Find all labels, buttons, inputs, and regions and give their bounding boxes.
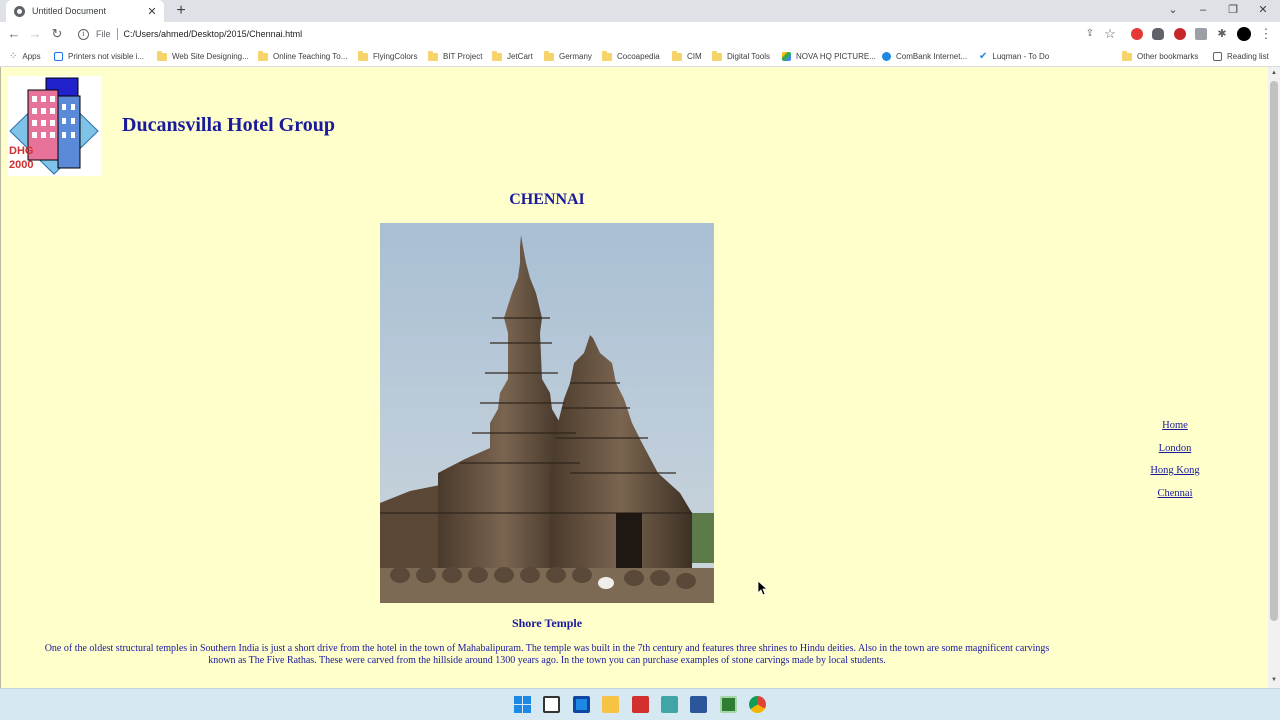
bookmark-germany[interactable]: Germany (544, 50, 592, 63)
menu-kebab-icon[interactable]: ⋮ (1257, 25, 1275, 43)
extensions-puzzle-icon[interactable]: ✱ (1213, 25, 1231, 43)
web-page: DHG 2000 Ducansvilla Hotel Group CHENNAI (0, 67, 1268, 688)
bookmark-digital-tools[interactable]: Digital Tools (712, 50, 770, 63)
browser-tab[interactable]: Untitled Document ✕ (6, 0, 164, 22)
restore-icon[interactable]: ❐ (1218, 0, 1248, 22)
folder-icon (492, 50, 502, 61)
bookmark-apps[interactable]: ⁘ Apps (9, 50, 41, 63)
bookmark-combank[interactable]: ComBank Internet... (882, 50, 967, 63)
nav-link-hong-kong[interactable]: Hong Kong (1125, 464, 1225, 487)
bookmarks-bar: ⁘ Apps Printers not visible i... Web Site… (0, 46, 1280, 67)
tab-title: Untitled Document (32, 6, 107, 16)
nav-link-chennai[interactable]: Chennai (1125, 487, 1225, 510)
bookmark-other[interactable]: Other bookmarks (1122, 50, 1198, 63)
address-bar[interactable]: i File C:/Users/ahmed/Desktop/2015/Chenn… (72, 24, 1122, 44)
bookmark-cim[interactable]: CIM (672, 50, 702, 63)
tab-search-icon[interactable]: ⌄ (1158, 0, 1188, 22)
reload-icon[interactable]: ↻ (48, 25, 66, 43)
word-icon[interactable] (690, 696, 707, 713)
city-description: One of the oldest structural temples in … (7, 643, 1087, 667)
reading-list-icon (1213, 52, 1222, 61)
city-heading: CHENNAI (509, 191, 585, 208)
bulb-icon[interactable] (1152, 28, 1164, 40)
hotel-logo: DHG 2000 (8, 76, 101, 176)
check-icon: ✔ (979, 51, 988, 62)
chrome-icon[interactable] (749, 696, 766, 713)
back-icon[interactable]: ← (5, 25, 23, 43)
folder-icon (712, 50, 722, 61)
folder-icon (544, 50, 554, 61)
reading-list[interactable]: Reading list (1213, 50, 1269, 63)
scrollbar-thumb[interactable] (1270, 81, 1278, 621)
widgets-icon[interactable] (573, 696, 590, 713)
bookmark-star-icon[interactable]: ☆ (1101, 25, 1119, 43)
extension-box-icon[interactable] (1195, 28, 1207, 40)
globe-icon (14, 5, 25, 17)
side-navigation: Home London Hong Kong Chennai (1125, 419, 1225, 509)
acrobat-icon[interactable] (632, 696, 649, 713)
site-title: Ducansvilla Hotel Group (122, 114, 335, 136)
windows-taskbar (0, 688, 1280, 720)
profile-avatar[interactable] (1237, 27, 1251, 41)
url-text[interactable]: C:/Users/ahmed/Desktop/2015/Chennai.html (124, 29, 303, 39)
notepad-icon[interactable] (661, 696, 678, 713)
logo-text-dhg: DHG (9, 145, 33, 157)
share-icon[interactable]: ⇪ (1081, 25, 1099, 43)
mouse-pointer-icon (757, 580, 769, 599)
new-tab-button[interactable]: + (172, 2, 190, 20)
bookmark-cocoapedia[interactable]: Cocoapedia (602, 50, 660, 63)
drive-icon (782, 52, 791, 61)
logo-text-2000: 2000 (9, 159, 33, 171)
folder-icon (258, 50, 268, 61)
folder-icon (602, 50, 612, 61)
bookmark-flyingcolors[interactable]: FlyingColors (358, 50, 417, 63)
minimize-icon[interactable]: – (1188, 0, 1218, 22)
tab-strip: Untitled Document ✕ + ⌄ – ❐ ✕ (0, 0, 1280, 22)
folder-icon (428, 50, 438, 61)
scroll-down-arrow-icon[interactable]: ▼ (1271, 677, 1277, 683)
url-separator (116, 28, 118, 40)
bookmark-jetcart[interactable]: JetCart (492, 50, 533, 63)
apps-grid-icon: ⁘ (9, 51, 18, 62)
task-view-icon[interactable] (543, 696, 560, 713)
url-protocol-label: File (96, 29, 111, 39)
dreamweaver-icon[interactable] (720, 696, 737, 713)
extension-red-icon[interactable] (1174, 28, 1186, 40)
bookmark-luqman-todo[interactable]: ✔ Luqman - To Do (979, 50, 1049, 63)
bookmark-bit-project[interactable]: BIT Project (428, 50, 482, 63)
folder-icon (1122, 50, 1132, 61)
windows-start-icon[interactable] (514, 696, 531, 713)
nav-link-home[interactable]: Home (1125, 419, 1225, 442)
tab-close-icon[interactable]: ✕ (146, 5, 158, 18)
forward-icon[interactable]: → (26, 25, 44, 43)
nav-link-london[interactable]: London (1125, 442, 1225, 465)
folder-icon (157, 50, 167, 61)
page-icon (54, 52, 63, 61)
folder-icon (672, 50, 682, 61)
description-line-2: known as The Five Rathas. These were car… (208, 655, 886, 666)
scroll-up-arrow-icon[interactable]: ▲ (1271, 70, 1277, 76)
photo-caption: Shore Temple (511, 616, 583, 630)
description-line-1: One of the oldest structural temples in … (44, 643, 1050, 654)
browser-toolbar: ← → ↻ i File C:/Users/ahmed/Desktop/2015… (0, 22, 1280, 46)
info-icon[interactable]: i (78, 28, 89, 40)
shore-temple-photo (380, 223, 714, 603)
bookmark-web-site-designing[interactable]: Web Site Designing... (157, 50, 249, 63)
bookmark-printers[interactable]: Printers not visible i... (54, 50, 144, 63)
adblock-icon[interactable] (1131, 28, 1143, 40)
folder-icon (358, 50, 368, 61)
window-close-icon[interactable]: ✕ (1248, 0, 1278, 22)
bookmark-nova-hq[interactable]: NOVA HQ PICTURE... (782, 50, 876, 63)
file-explorer-icon[interactable] (602, 696, 619, 713)
vertical-scrollbar[interactable]: ▲ ▼ (1268, 67, 1280, 688)
bank-icon (882, 52, 891, 61)
bookmark-online-teaching[interactable]: Online Teaching To... (258, 50, 347, 63)
